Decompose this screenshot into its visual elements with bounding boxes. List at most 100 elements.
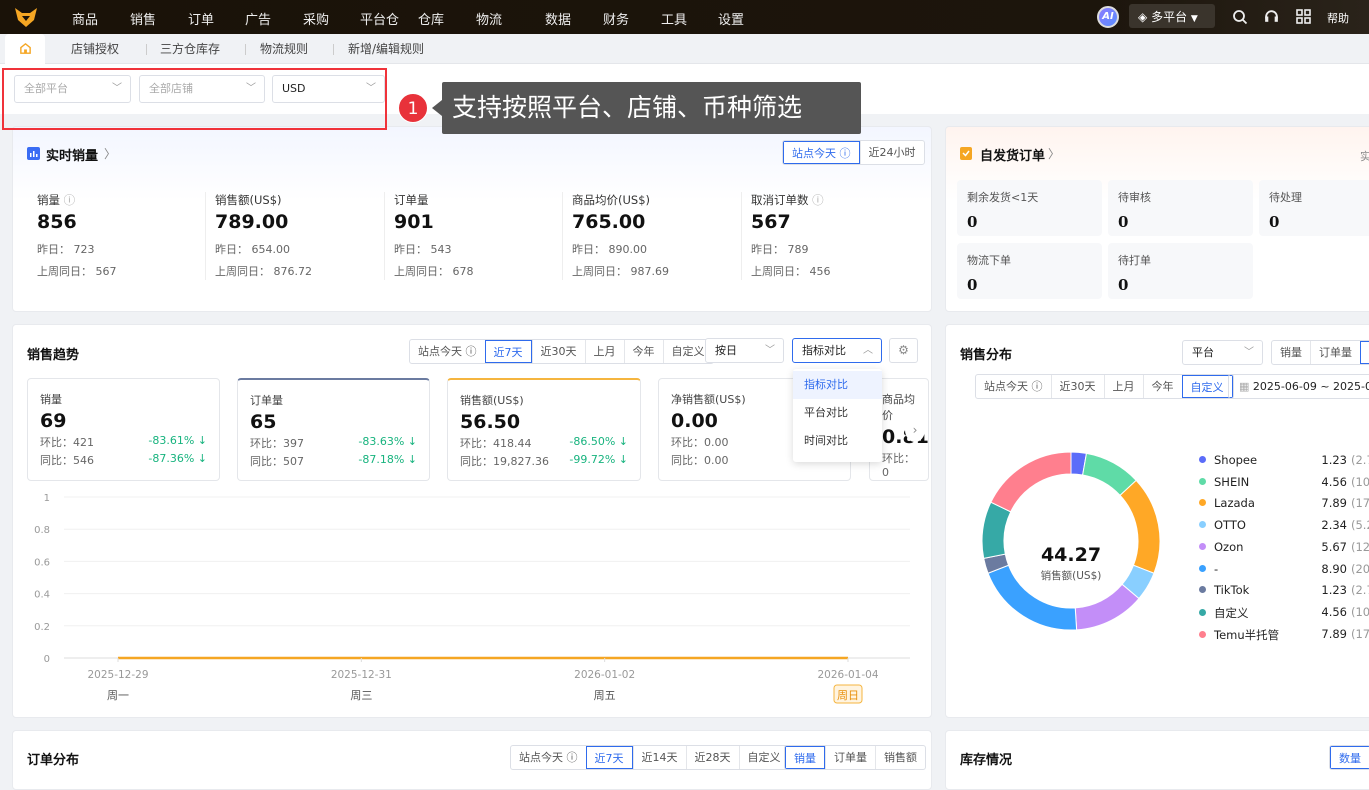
logo-icon[interactable] (14, 6, 38, 28)
nav-item[interactable]: 数据 (545, 9, 571, 28)
granularity-select[interactable]: 按日﹀ (705, 338, 784, 363)
nav-item[interactable]: 采购 (303, 9, 329, 28)
search-icon[interactable] (1232, 9, 1248, 25)
tab-home[interactable] (5, 34, 45, 64)
metric-sales[interactable]: 销 (1360, 341, 1369, 364)
headset-icon[interactable] (1263, 8, 1280, 25)
compare-option[interactable]: 时间对比 (793, 427, 882, 455)
divider (562, 192, 563, 280)
compare-option[interactable]: 指标对比 (793, 371, 882, 399)
range-option[interactable]: 近28天 (686, 746, 739, 769)
legend-item[interactable]: - 8.90(20.10%) (1199, 562, 1369, 578)
tab-store-auth[interactable]: 店铺授权 (71, 34, 119, 64)
platform-switcher[interactable]: ◈ 多平台 ▼ (1129, 4, 1215, 28)
legend-item[interactable]: TikTok 1.23(2.78%) (1199, 583, 1369, 599)
range-option[interactable]: 站点今天 ⓘ (976, 375, 1051, 398)
range-option[interactable]: 站点今天 ⓘ (410, 340, 485, 363)
date-range-picker[interactable]: ▦ 2025-06-09 ~ 2025-07 (1228, 374, 1369, 399)
range-option[interactable]: 自定义 (1182, 375, 1233, 398)
range-option[interactable]: 近30天 (1051, 375, 1104, 398)
tab-edit-rules[interactable]: 新增/编辑规则 (348, 34, 424, 64)
chevron-down-icon: ﹀ (765, 339, 775, 362)
order-status-box[interactable]: 待打单0 (1108, 243, 1253, 299)
donut-slice-7[interactable] (982, 502, 1011, 558)
trend-kpi-card[interactable]: 销售额(US$)56.50 环比：418.44-86.50% ↓ 同比：19,8… (447, 378, 641, 481)
realtime-range-group: 站点今天 ⓘ 近24小时 (782, 140, 925, 165)
help-icon[interactable]: ⓘ (64, 193, 76, 207)
range-option[interactable]: 上月 (585, 340, 624, 363)
order-status-box[interactable]: 待处理0 (1259, 180, 1369, 236)
donut-slice-8[interactable] (991, 452, 1071, 512)
nav-item[interactable]: 广告 (245, 9, 271, 28)
nav-item[interactable]: 商品 (72, 9, 98, 28)
metric-qty[interactable]: 销量 (1272, 341, 1310, 364)
trend-kpi-card[interactable]: 销量69 环比：421-83.61% ↓ 同比：546-87.36% ↓ (27, 378, 220, 481)
realtime-sales-title[interactable]: 实时销量 (46, 145, 98, 164)
tab-logistics-rules[interactable]: 物流规则 (260, 34, 308, 64)
range-site-today[interactable]: 站点今天 ⓘ (783, 141, 860, 164)
stock-metric-qty[interactable]: 数量 (1330, 746, 1369, 769)
donut-slice-4[interactable] (1075, 584, 1139, 630)
legend-item[interactable]: Shopee 1.23(2.78%) (1199, 453, 1369, 469)
legend-item[interactable]: Ozon 5.67(12.81%) (1199, 540, 1369, 556)
nav-item[interactable]: 平台仓 (360, 9, 399, 28)
divider (146, 44, 147, 55)
stat-yesterday: 890.00 (609, 243, 648, 256)
y-tick-label: 0.6 (34, 557, 50, 568)
stat-lastweek: 567 (96, 265, 117, 278)
donut-total: 44.27 (1021, 544, 1121, 566)
range-option[interactable]: 近30天 (532, 340, 585, 363)
donut-slice-2[interactable] (1120, 480, 1160, 573)
range-option[interactable]: 订单量 (825, 746, 875, 769)
nav-item[interactable]: 设置 (718, 9, 744, 28)
nav-item[interactable]: 仓库 (418, 9, 444, 28)
order-status-box[interactable]: 剩余发货<1天0 (957, 180, 1102, 236)
tab-3pl-stock[interactable]: 三方仓库存 (160, 34, 220, 64)
realtime-stat: 销售额(US$) 789.00 昨日： 654.00 上周同日： 876.72 (215, 192, 312, 279)
range-option[interactable]: 近14天 (633, 746, 686, 769)
ai-button[interactable]: AI (1097, 6, 1119, 28)
range-option[interactable]: 今年 (624, 340, 663, 363)
compare-select[interactable]: 指标对比︿ (792, 338, 882, 363)
range-option[interactable]: 自定义 (739, 746, 789, 769)
divider (741, 192, 742, 280)
nav-item[interactable]: 订单 (188, 9, 214, 28)
self-ship-orders-title[interactable]: 自发货订单 (980, 145, 1045, 164)
legend-item[interactable]: 自定义 4.56(10.30%) (1199, 605, 1369, 621)
dist-range-group: 站点今天 ⓘ近30天上月今年自定义 (975, 374, 1234, 399)
chevron-right-icon[interactable]: 〉 (104, 145, 116, 162)
nav-item[interactable]: 财务 (603, 9, 629, 28)
nav-item[interactable]: 物流 (476, 9, 502, 28)
range-option[interactable]: 近7天 (586, 746, 633, 769)
trend-kpi-card[interactable]: 订单量65 环比：397-83.63% ↓ 同比：507-87.18% ↓ (237, 378, 430, 481)
legend-item[interactable]: Temu半托管 7.89(17.82%) (1199, 627, 1369, 643)
sales-trend-chart: 00.20.40.60.812025-12-29周一2025-12-31周三20… (0, 480, 932, 720)
home-icon (19, 42, 32, 55)
compare-option[interactable]: 平台对比 (793, 399, 882, 427)
range-option[interactable]: 今年 (1143, 375, 1182, 398)
chevron-up-icon: ︿ (863, 339, 873, 362)
kpi-scroll-right[interactable]: › (905, 418, 925, 442)
help-icon[interactable]: ⓘ (812, 193, 824, 207)
legend-item[interactable]: OTTO 2.34(5.29%) (1199, 518, 1369, 534)
range-24h[interactable]: 近24小时 (860, 141, 924, 164)
order-status-box[interactable]: 物流下单0 (957, 243, 1102, 299)
nav-item[interactable]: 销售 (130, 9, 156, 28)
help-link[interactable]: 帮助 (1327, 10, 1349, 26)
stat-value: 765.00 (572, 211, 669, 233)
platform-label: 多平台 (1151, 10, 1187, 24)
range-option[interactable]: 站点今天 ⓘ (511, 746, 586, 769)
settings-button[interactable]: ⚙ (889, 338, 918, 363)
chevron-right-icon[interactable]: 〉 (1048, 145, 1060, 162)
range-option[interactable]: 销量 (785, 746, 825, 769)
order-status-box[interactable]: 待审核0 (1108, 180, 1253, 236)
legend-item[interactable]: SHEIN 4.56(10.30%) (1199, 475, 1369, 491)
metric-orders[interactable]: 订单量 (1310, 341, 1360, 364)
range-option[interactable]: 销售额 (875, 746, 925, 769)
range-option[interactable]: 上月 (1104, 375, 1143, 398)
range-option[interactable]: 近7天 (485, 340, 532, 363)
nav-item[interactable]: 工具 (661, 9, 687, 28)
dimension-select[interactable]: 平台﹀ (1182, 340, 1263, 365)
legend-item[interactable]: Lazada 7.89(17.82%) (1199, 496, 1369, 512)
apps-grid-icon[interactable] (1296, 9, 1311, 24)
